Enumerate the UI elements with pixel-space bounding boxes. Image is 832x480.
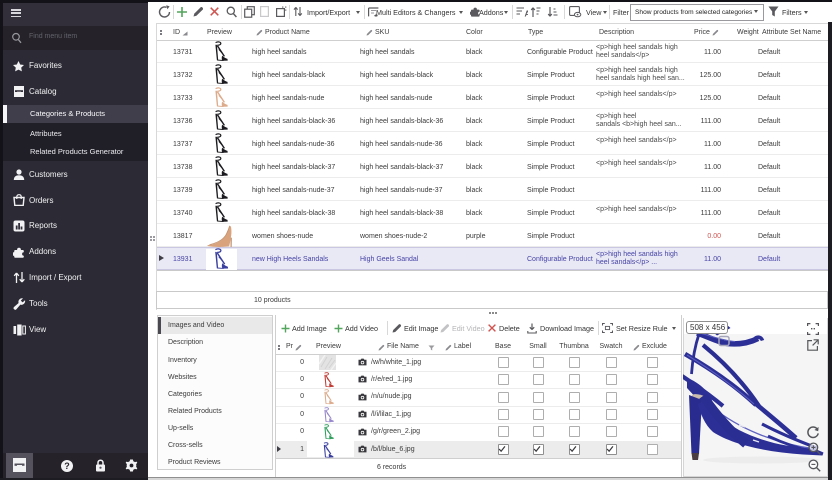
svg-text:?: ? <box>64 461 70 471</box>
svg-text:A: A <box>525 10 529 18</box>
